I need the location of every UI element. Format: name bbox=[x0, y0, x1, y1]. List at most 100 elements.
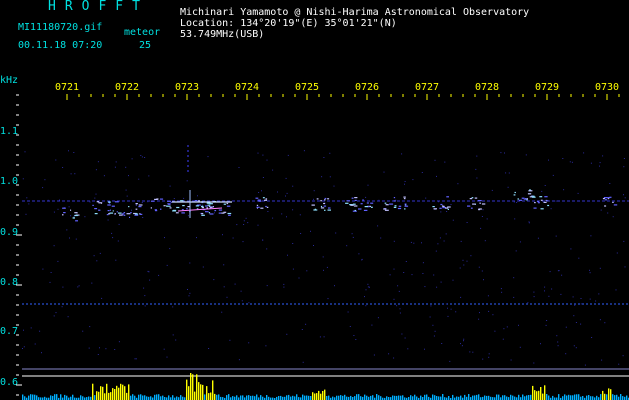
activity-bar bbox=[356, 394, 358, 400]
noise-speck bbox=[601, 359, 603, 361]
meteor-echo bbox=[150, 207, 152, 209]
meteor-echo bbox=[258, 200, 262, 202]
meteor-echo bbox=[393, 200, 396, 202]
noise-speck bbox=[481, 270, 483, 272]
meteor-echo bbox=[604, 205, 607, 207]
meteor-echo bbox=[478, 208, 482, 210]
noise-speck bbox=[550, 208, 552, 210]
noise-speck bbox=[399, 308, 401, 310]
meteor-echo bbox=[529, 189, 531, 191]
noise-speck bbox=[503, 328, 505, 330]
activity-bar bbox=[376, 394, 378, 400]
activity-bar bbox=[484, 395, 486, 400]
noise-speck bbox=[141, 202, 143, 203]
noise-speck bbox=[425, 197, 427, 199]
meteor-echo bbox=[94, 208, 98, 210]
activity-bar bbox=[354, 396, 356, 400]
noise-speck bbox=[62, 286, 64, 288]
meteor-echo bbox=[351, 197, 354, 199]
meteor-echo bbox=[470, 207, 473, 209]
noise-speck bbox=[475, 168, 477, 170]
activity-bar bbox=[616, 394, 618, 400]
noise-speck bbox=[319, 336, 321, 338]
activity-bar bbox=[80, 395, 82, 400]
activity-bar bbox=[236, 395, 238, 400]
noise-speck bbox=[140, 155, 142, 156]
noise-speck bbox=[285, 195, 286, 197]
meteor-echo bbox=[112, 210, 114, 212]
noise-speck bbox=[519, 346, 521, 348]
noise-speck bbox=[53, 315, 55, 317]
meteor-echo bbox=[168, 203, 171, 205]
noise-speck bbox=[470, 255, 472, 257]
meteor-echo bbox=[311, 204, 315, 206]
noise-speck bbox=[327, 298, 329, 300]
noise-speck bbox=[455, 311, 457, 313]
noise-speck bbox=[401, 153, 403, 155]
noise-speck bbox=[238, 167, 240, 168]
y-axis-unit: kHz bbox=[0, 75, 18, 86]
activity-bar bbox=[88, 396, 90, 400]
noise-speck bbox=[103, 175, 105, 177]
noise-speck bbox=[266, 285, 268, 287]
activity-bar bbox=[394, 395, 396, 400]
activity-bar bbox=[122, 384, 124, 400]
noise-speck bbox=[577, 192, 579, 194]
noise-speck bbox=[507, 186, 509, 188]
noise-speck bbox=[446, 211, 448, 212]
noise-speck bbox=[221, 311, 223, 313]
meteor-echo bbox=[180, 200, 184, 202]
x-tick-label: 0725 bbox=[295, 82, 319, 93]
activity-bar bbox=[324, 389, 326, 400]
noise-speck bbox=[313, 190, 315, 192]
activity-bar bbox=[544, 385, 546, 400]
meteor-echo bbox=[70, 209, 72, 211]
noise-speck bbox=[404, 181, 406, 182]
noise-speck bbox=[367, 283, 369, 285]
noise-speck bbox=[528, 221, 530, 223]
noise-speck bbox=[424, 286, 426, 288]
noise-speck bbox=[78, 285, 80, 287]
noise-speck bbox=[287, 154, 289, 156]
x-tick-label: 0727 bbox=[415, 82, 439, 93]
activity-bar bbox=[400, 395, 402, 400]
activity-bar bbox=[196, 374, 198, 400]
meteor-echo bbox=[603, 197, 608, 199]
noise-speck bbox=[144, 295, 146, 297]
noise-speck bbox=[562, 158, 564, 159]
meteor-echo bbox=[472, 203, 476, 205]
activity-bar bbox=[332, 396, 334, 400]
noise-speck bbox=[569, 161, 571, 163]
meteor-echo bbox=[324, 209, 326, 211]
noise-speck bbox=[347, 311, 349, 313]
meteor-echo bbox=[218, 209, 223, 211]
noise-speck bbox=[413, 242, 415, 244]
activity-bar bbox=[574, 394, 576, 400]
noise-speck bbox=[70, 215, 72, 217]
noise-speck bbox=[600, 209, 602, 211]
meteor-echo bbox=[262, 197, 265, 199]
noise-speck bbox=[515, 250, 517, 252]
activity-bar bbox=[54, 394, 56, 400]
meteor-echo bbox=[540, 208, 544, 210]
noise-speck bbox=[622, 355, 624, 357]
meteor-echo bbox=[544, 196, 548, 198]
meteor-echo bbox=[214, 210, 217, 212]
activity-bar bbox=[606, 394, 608, 400]
meteor-echo bbox=[383, 208, 387, 210]
y-tick-label: 0.7 bbox=[0, 326, 18, 337]
activity-bar bbox=[360, 396, 362, 400]
noise-speck bbox=[245, 217, 247, 219]
activity-bar bbox=[254, 396, 256, 400]
meteor-echo bbox=[107, 210, 110, 212]
noise-speck bbox=[571, 161, 573, 163]
activity-bar bbox=[314, 393, 316, 400]
noise-speck bbox=[47, 199, 49, 201]
noise-speck bbox=[519, 241, 521, 243]
noise-speck bbox=[49, 281, 51, 283]
noise-speck bbox=[267, 211, 269, 212]
noise-speck bbox=[429, 316, 431, 318]
noise-speck bbox=[42, 268, 44, 270]
noise-speck bbox=[516, 202, 518, 203]
meteor-echo bbox=[384, 209, 389, 211]
